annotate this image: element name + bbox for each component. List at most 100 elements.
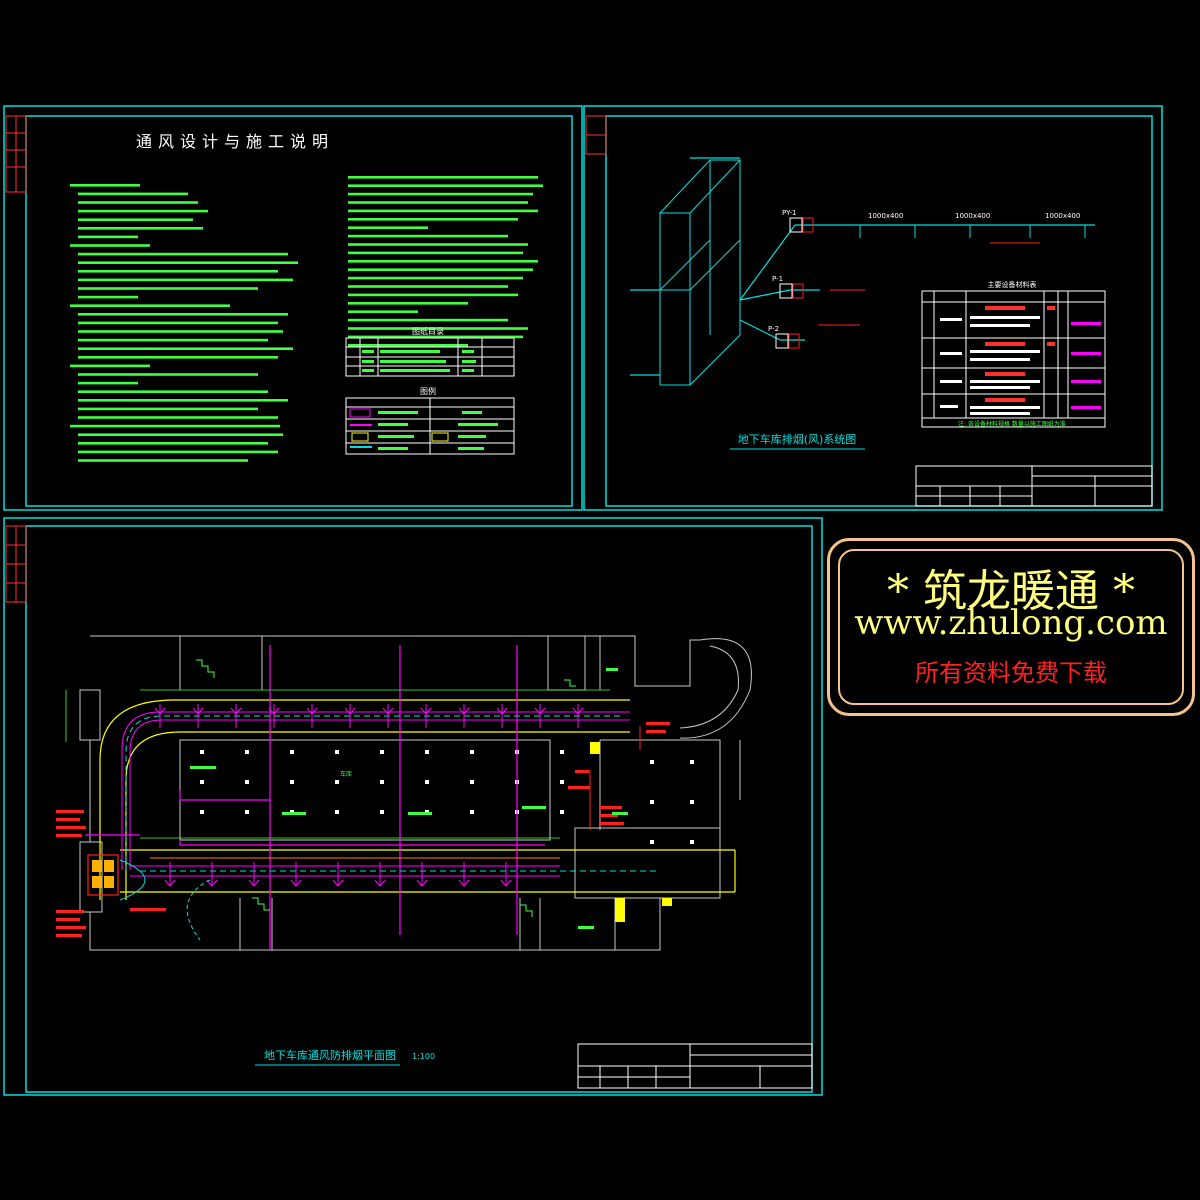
notes-text-line <box>78 227 203 230</box>
notes-text-line <box>348 176 538 179</box>
equipment-table-note: 注: 各设备材料规格 数量以施工图纸为准 <box>958 420 1066 428</box>
column <box>650 760 654 764</box>
plan-title-block <box>577 1043 813 1089</box>
legend-table: 图例 <box>345 386 515 455</box>
notes-text-column-1 <box>70 184 298 462</box>
notes-text-line <box>348 184 543 187</box>
column <box>560 810 564 814</box>
system-sheet: 1000x400 1000x400 1000x400 PY-1 P-1 P-2 … <box>583 105 1163 511</box>
notes-text-line <box>78 313 288 316</box>
column <box>380 780 384 784</box>
banner-url[interactable]: www.zhulong.com <box>830 603 1192 643</box>
notes-text-line <box>78 433 283 436</box>
system-diagram-title: 地下车库排烟(风)系统图 <box>738 432 857 446</box>
notes-text-line <box>348 293 518 297</box>
column <box>470 750 474 754</box>
plan-sheet: 车库 地下车库通风防排烟平面图 1:100 <box>3 517 823 1096</box>
banner-subtitle: 所有资料免费下载 <box>915 659 1107 687</box>
notes-text-line <box>70 304 230 307</box>
zhulong-banner[interactable]: * 筑龙暖通 * www.zhulong.com 所有资料免费下载 <box>827 538 1195 716</box>
fan-label-p2: P-2 <box>768 325 779 333</box>
notes-text-line <box>78 261 298 264</box>
column <box>245 780 249 784</box>
column <box>200 810 204 814</box>
notes-text-line <box>78 373 258 376</box>
building-walls <box>79 635 741 951</box>
notes-text-line <box>78 218 193 221</box>
column <box>245 810 249 814</box>
plan-title: 地下车库通风防排烟平面图 <box>264 1048 396 1062</box>
notes-text-line <box>70 364 150 368</box>
notes-text-line <box>348 318 508 322</box>
notes-text-column-2 <box>348 176 543 347</box>
notes-sheet: 通风设计与施工说明 图纸目录 图例 <box>3 105 583 511</box>
notes-text-line <box>348 201 528 204</box>
branch-ducts <box>85 645 545 950</box>
column <box>290 780 294 784</box>
notes-text-line <box>78 459 248 462</box>
column <box>380 750 384 754</box>
notes-text-line <box>78 347 293 350</box>
notes-text-line <box>78 209 208 213</box>
column <box>470 780 474 784</box>
notes-text-line <box>70 244 150 247</box>
drawing-list-title: 图纸目录 <box>412 326 444 336</box>
notes-text-line <box>78 416 278 419</box>
notes-text-line <box>348 268 533 271</box>
column <box>650 800 654 804</box>
notes-text-line <box>78 338 268 342</box>
column <box>425 780 429 784</box>
column <box>425 750 429 754</box>
structural-columns <box>200 750 694 844</box>
notes-text-line <box>78 270 278 273</box>
exhaust-duct-top <box>121 711 630 870</box>
notes-text-line <box>348 234 508 238</box>
column <box>690 800 694 804</box>
notes-text-line <box>78 287 258 290</box>
notes-text-line <box>78 356 278 359</box>
notes-text-line <box>70 424 280 428</box>
notes-text-line <box>348 285 508 288</box>
equipment-table: 主要设备材料表 注: 各设备材料规格 数量以施工图纸为准 <box>921 280 1106 428</box>
notes-text-line <box>348 251 523 255</box>
system-title-block <box>915 465 1153 507</box>
notes-text-line <box>78 192 188 196</box>
plan-scale: 1:100 <box>412 1052 435 1061</box>
notes-text-line <box>348 302 468 305</box>
notes-text-line <box>348 310 418 313</box>
column <box>335 780 339 784</box>
notes-text-line <box>348 209 538 213</box>
notes-text-line <box>348 344 468 347</box>
notes-text-line <box>78 330 283 333</box>
notes-text-line <box>78 235 138 239</box>
column <box>690 840 694 844</box>
column <box>380 810 384 814</box>
equipment-table-title: 主要设备材料表 <box>988 280 1037 289</box>
column <box>470 810 474 814</box>
notes-text-line <box>78 321 278 325</box>
legend-title: 图例 <box>420 386 436 396</box>
duct-size-label-3: 1000x400 <box>1045 212 1080 220</box>
notes-text-line <box>348 276 523 280</box>
notes-text-line <box>348 218 518 221</box>
right-annotations <box>568 722 670 825</box>
notes-text-line <box>348 192 533 196</box>
column <box>560 780 564 784</box>
column <box>200 780 204 784</box>
notes-title: 通风设计与施工说明 <box>136 132 334 151</box>
notes-text-line <box>78 278 293 282</box>
duct-size-label-2: 1000x400 <box>955 212 990 220</box>
notes-text-line <box>78 390 268 393</box>
notes-text-line <box>78 252 288 256</box>
notes-text-line <box>78 442 268 445</box>
column <box>335 750 339 754</box>
fan-room <box>56 810 166 937</box>
notes-text-line <box>78 295 138 299</box>
notes-text-line <box>348 243 528 246</box>
duct-size-label-1: 1000x400 <box>868 212 903 220</box>
fan-label-p1: P-1 <box>772 275 783 283</box>
column <box>200 750 204 754</box>
notes-text-line <box>348 226 428 229</box>
notes-text-line <box>78 407 258 411</box>
notes-text-line <box>78 450 278 454</box>
